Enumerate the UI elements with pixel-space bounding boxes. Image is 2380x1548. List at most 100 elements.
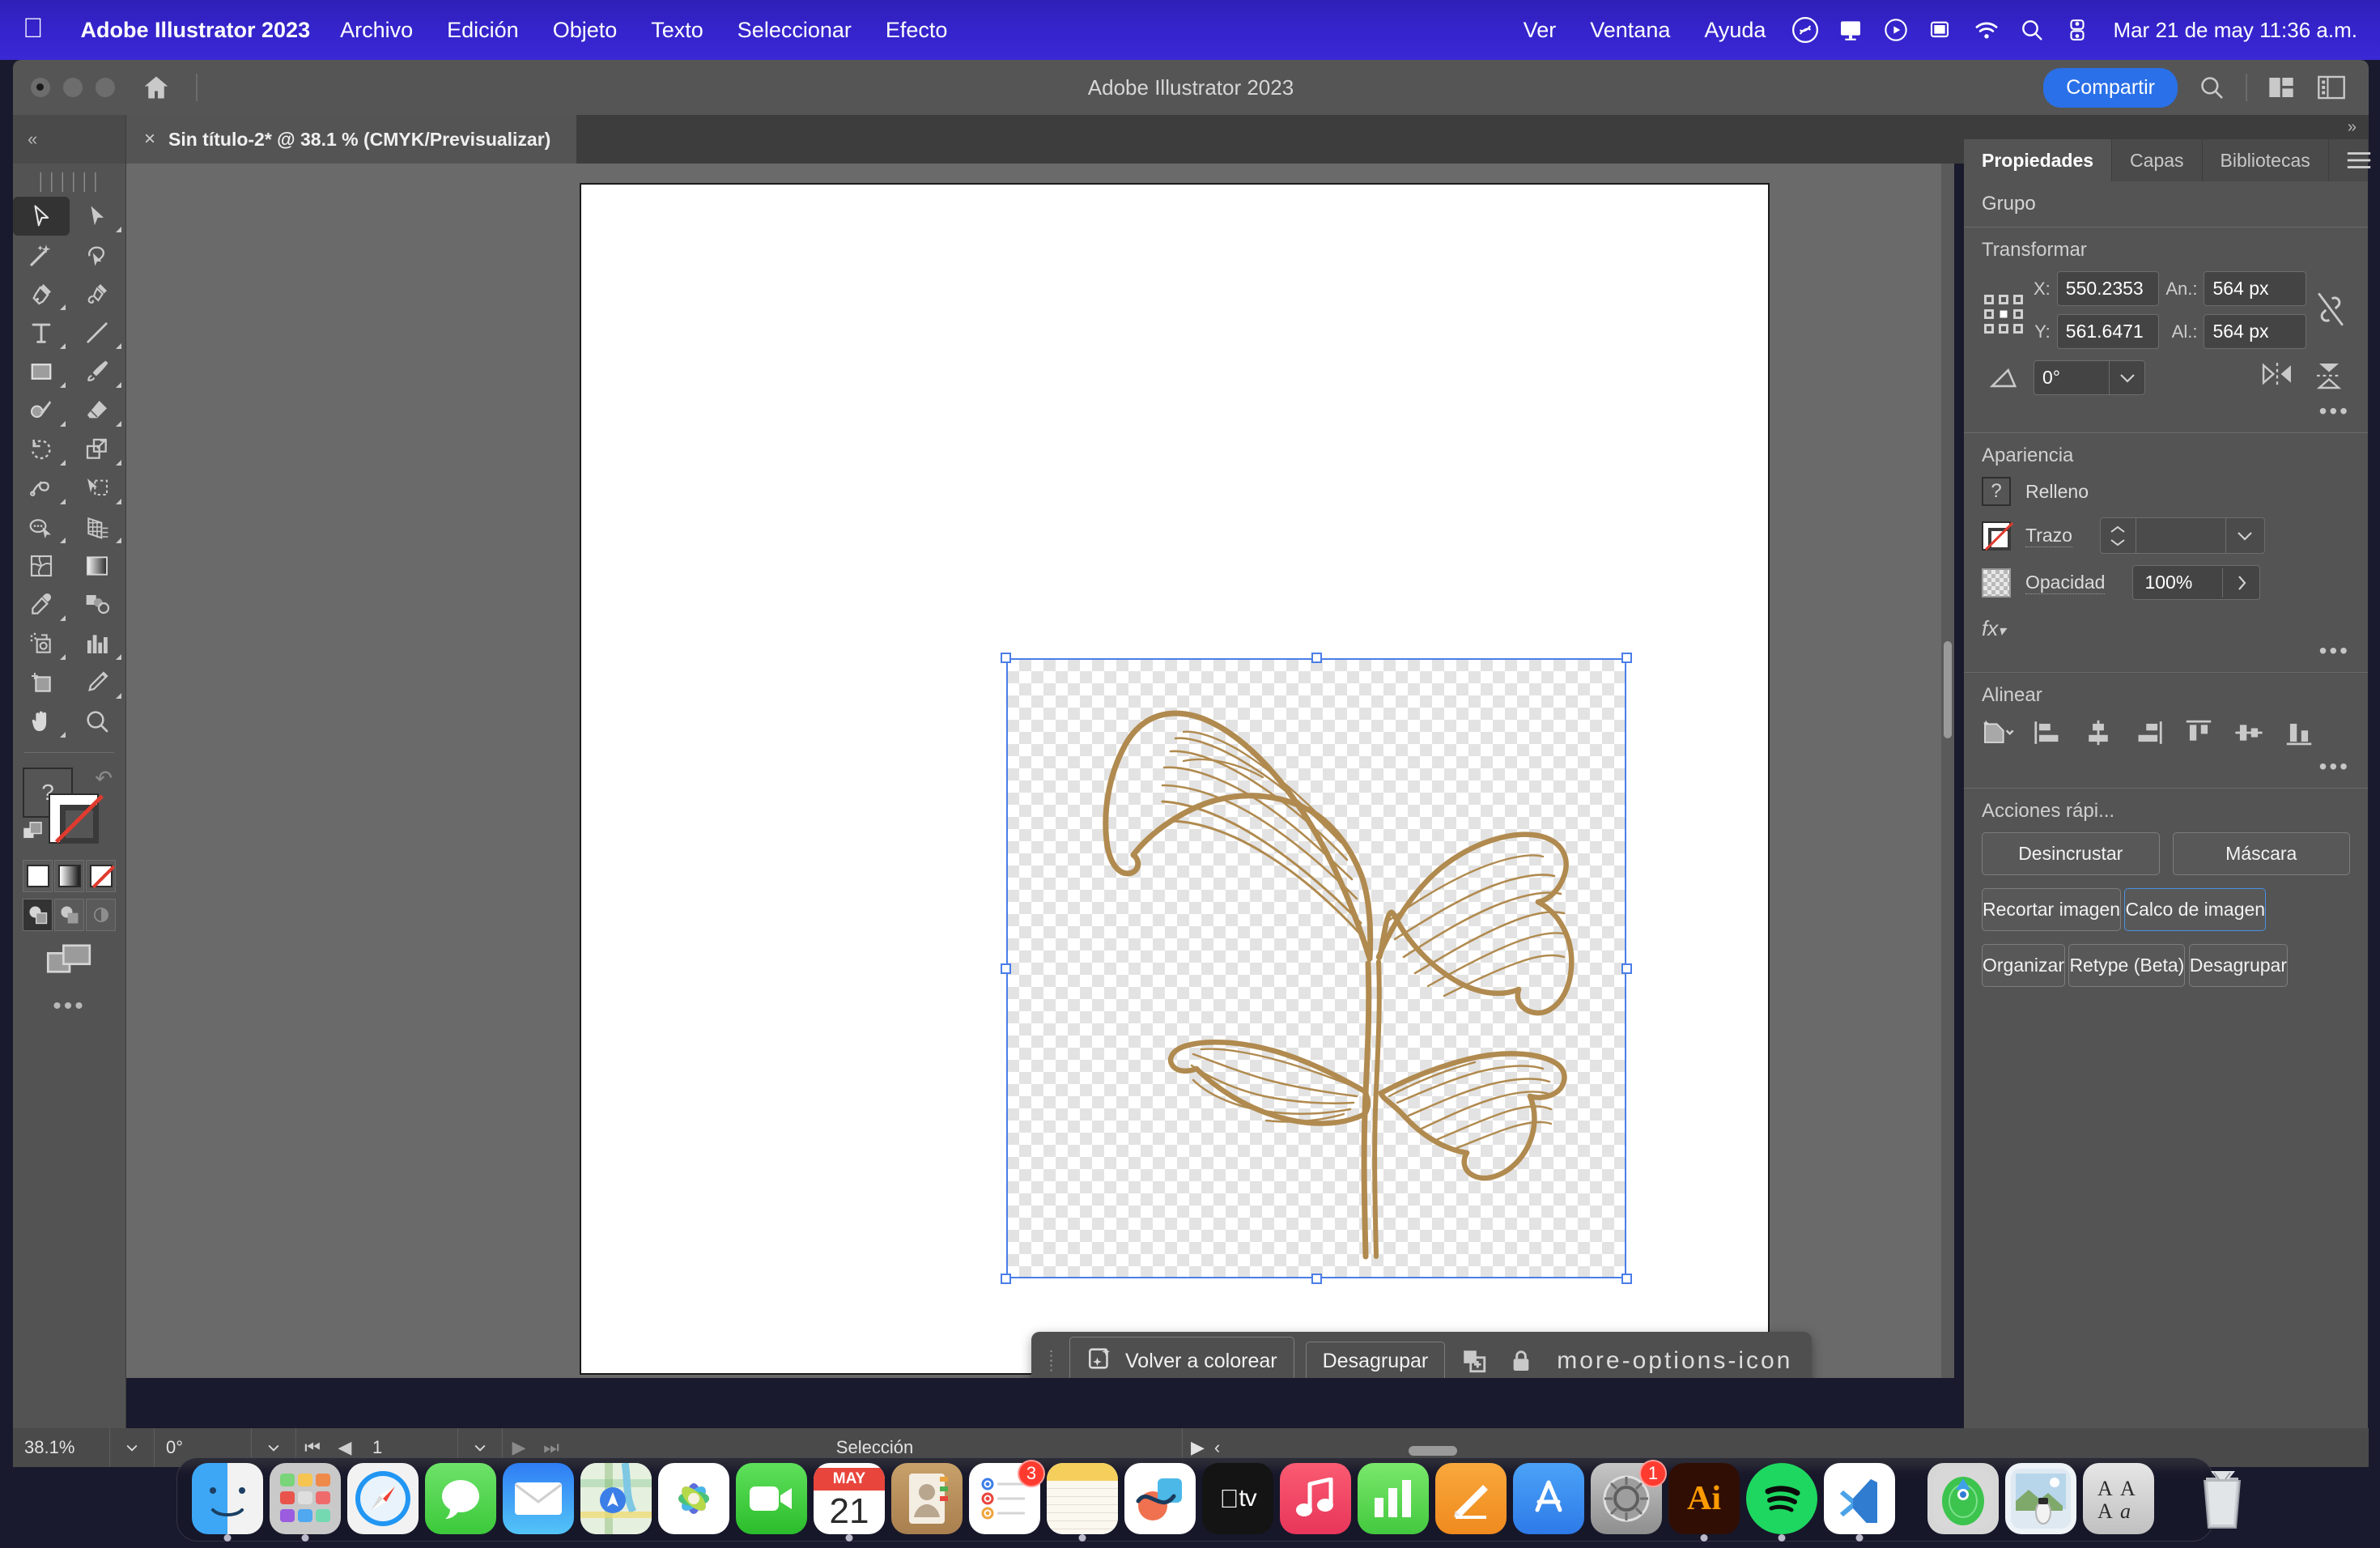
stroke-weight-input[interactable] (2136, 518, 2225, 553)
swap-fill-stroke-icon[interactable]: ↶ (95, 766, 113, 791)
draw-behind-button[interactable] (54, 899, 84, 931)
lasso-tool[interactable] (70, 236, 126, 274)
selection-handle-ml[interactable] (1001, 963, 1011, 974)
opacity-control[interactable]: 100% (2132, 565, 2261, 600)
horizontal-scrollbar-thumb[interactable] (1409, 1446, 1457, 1456)
menu-ventana[interactable]: Ventana (1573, 18, 1687, 43)
selection-tool[interactable] (13, 197, 70, 236)
align-top-icon[interactable] (2182, 717, 2215, 749)
status-prev-icon[interactable]: ‹ (1214, 1437, 1220, 1458)
dock-item-find-my[interactable] (1927, 1463, 1999, 1534)
recolor-button[interactable]: Volver a colorear (1069, 1336, 1294, 1378)
dock-item-messages[interactable] (425, 1463, 496, 1534)
align-horizontal-center-icon[interactable] (2082, 717, 2114, 749)
retype-beta-button[interactable]: Retype (Beta) (2068, 944, 2186, 987)
hand-tool[interactable] (13, 702, 70, 741)
menu-ver[interactable]: Ver (1507, 18, 1574, 43)
curvature-tool[interactable] (70, 274, 126, 313)
panel-menu-icon[interactable] (2329, 139, 2380, 181)
align-right-icon[interactable] (2132, 717, 2165, 749)
shaper-tool[interactable] (13, 391, 70, 430)
menu-edicion[interactable]: Edición (430, 18, 536, 43)
maximize-window-button[interactable] (96, 78, 115, 97)
free-transform-tool[interactable] (70, 469, 126, 508)
ungroup-button[interactable]: Desagrupar (1305, 1341, 1446, 1378)
column-graph-tool[interactable] (70, 624, 126, 663)
height-input[interactable] (2204, 314, 2306, 349)
menu-objeto[interactable]: Objeto (536, 18, 635, 43)
lock-icon[interactable] (1503, 1343, 1539, 1378)
change-screen-mode-icon[interactable] (13, 931, 125, 976)
dock-item-app-store[interactable] (1513, 1463, 1584, 1534)
menu-archivo[interactable]: Archivo (323, 18, 430, 43)
opacity-expand-icon[interactable] (2222, 568, 2259, 598)
scrollbar-thumb[interactable] (1944, 641, 1952, 738)
stroke-weight-dropdown-icon[interactable] (2225, 518, 2264, 553)
dock-item-freeform[interactable] (1124, 1463, 1196, 1534)
image-trace-button[interactable]: Calco de imagen (2124, 888, 2267, 931)
control-center-icon[interactable] (2059, 18, 2096, 42)
dock-item-system-settings[interactable]: 1 (1591, 1460, 1667, 1534)
toolbar-grip[interactable]: ││││││ (13, 164, 125, 197)
tab-propiedades[interactable]: Propiedades (1964, 139, 2113, 181)
angle-control[interactable] (2034, 360, 2145, 395)
dock-item-finder[interactable] (192, 1463, 263, 1542)
gradient-fill-button[interactable] (54, 860, 84, 892)
selection-handle-br[interactable] (1621, 1274, 1632, 1284)
menu-bar-clock[interactable]: Mar 21 de may 11:36 a.m. (2113, 18, 2357, 43)
close-icon[interactable]: × (144, 128, 155, 151)
symbol-sprayer-tool[interactable] (13, 624, 70, 663)
close-window-button[interactable] (31, 78, 50, 97)
dock-item-pages[interactable] (1435, 1463, 1507, 1534)
flip-vertical-icon[interactable] (2314, 361, 2344, 394)
width-tool[interactable] (13, 469, 70, 508)
appearance-more-options[interactable]: ••• (2319, 638, 2350, 664)
zoom-level-value[interactable]: 38.1% (13, 1428, 110, 1467)
menu-efecto[interactable]: Efecto (869, 18, 965, 43)
selected-artwork-group[interactable] (1001, 653, 1632, 1284)
document-tab[interactable]: × Sin título-2* @ 38.1 % (CMYK/Previsual… (126, 115, 577, 164)
now-playing-icon[interactable] (1877, 17, 1915, 43)
color-fill-button[interactable] (23, 860, 53, 892)
more-options-icon[interactable]: more-options-icon (1550, 1347, 1799, 1375)
slice-tool[interactable] (70, 663, 126, 702)
unembed-button[interactable]: Desincrustar (1982, 832, 2160, 875)
align-left-icon[interactable] (2032, 717, 2064, 749)
fill-swatch-mixed-icon[interactable]: ? (1982, 477, 2011, 506)
artboard-tool[interactable] (13, 663, 70, 702)
canvas-area[interactable]: ⋮ ⋮ Volver a colorear Desagrupar more-opt… (126, 164, 1954, 1378)
home-icon[interactable] (139, 73, 173, 102)
transform-more-options[interactable]: ••• (2319, 398, 2350, 424)
zoom-tool[interactable] (70, 702, 126, 741)
fx-button[interactable]: fx▾ (1982, 611, 2350, 641)
opacity-value[interactable]: 100% (2133, 566, 2222, 599)
direct-selection-tool[interactable] (70, 197, 126, 236)
stroke-swatch[interactable] (49, 793, 99, 844)
paintbrush-tool[interactable] (70, 352, 126, 391)
dock-item-facetime[interactable] (736, 1463, 807, 1534)
dock-item-calendar[interactable]: MAY 21 (814, 1463, 885, 1542)
menu-texto[interactable]: Texto (634, 18, 720, 43)
dock-item-maps[interactable] (580, 1463, 652, 1534)
dock-item-photos[interactable] (658, 1463, 729, 1534)
draw-normal-button[interactable] (23, 899, 53, 931)
perspective-grid-tool[interactable] (70, 508, 126, 546)
share-button[interactable]: Compartir (2043, 67, 2178, 108)
angle-dropdown-icon[interactable] (2109, 361, 2144, 394)
arrange-button[interactable]: Organizar (1982, 944, 2065, 987)
crop-image-button[interactable]: Recortar imagen (1982, 888, 2122, 931)
no-fill-button[interactable] (86, 860, 116, 892)
scale-tool[interactable] (70, 430, 126, 469)
dock-item-launchpad[interactable] (270, 1463, 341, 1542)
stroke-swatch-none-icon[interactable] (1982, 521, 2011, 551)
opacity-label[interactable]: Opacidad (2025, 572, 2106, 594)
arrange-documents-icon[interactable] (2265, 71, 2297, 104)
apple-logo-icon[interactable]:  (23, 15, 44, 42)
align-to-selection-icon[interactable] (1982, 717, 2014, 749)
rotate-tool[interactable] (13, 430, 70, 469)
gradient-tool[interactable] (70, 546, 126, 585)
width-input[interactable] (2204, 271, 2306, 306)
status-play-icon[interactable]: ▶ (1191, 1437, 1205, 1458)
dock-item-preview[interactable] (2005, 1463, 2076, 1534)
shazam-icon[interactable] (1787, 16, 1824, 44)
